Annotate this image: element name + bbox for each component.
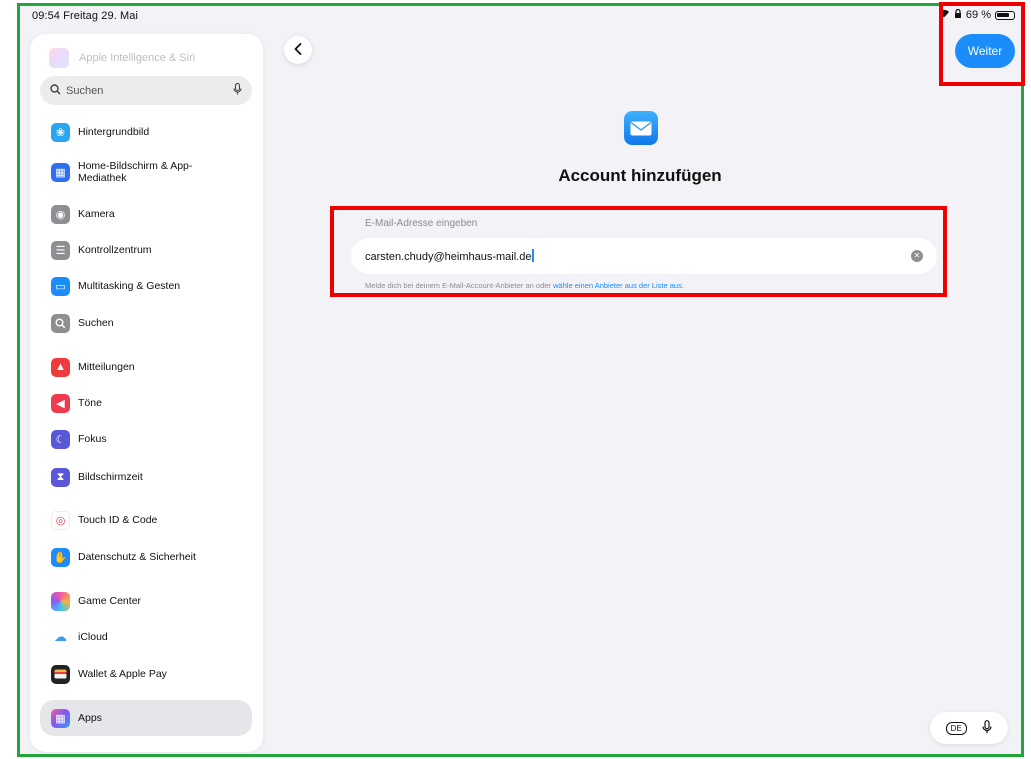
sidebar-item-home-screen[interactable]: ▦ Home-Bildschirm & App-Mediathek bbox=[40, 158, 252, 186]
status-bar: 09:54 Freitag 29. Mai 69 % bbox=[20, 6, 1021, 26]
dictation-microphone-icon[interactable] bbox=[982, 719, 992, 737]
provider-hint: Melde dich bei deinem E-Mail-Account-Anb… bbox=[365, 281, 684, 290]
sidebar-item-toene[interactable]: ◀ Töne bbox=[40, 389, 252, 417]
email-field-label: E-Mail-Adresse eingeben bbox=[365, 218, 478, 229]
sidebar-item-apps[interactable]: ▦ Apps bbox=[40, 700, 252, 736]
toggles-icon: ☰ bbox=[51, 240, 70, 260]
sidebar-search-field[interactable]: Suchen bbox=[40, 76, 252, 105]
bell-icon: ▲ bbox=[51, 357, 70, 377]
chevron-left-icon bbox=[294, 42, 302, 58]
sidebar-item-wallet[interactable]: Wallet & Apple Pay bbox=[40, 660, 252, 688]
apps-grid-icon: ▦ bbox=[51, 708, 70, 728]
flower-icon: ❀ bbox=[51, 122, 70, 142]
multitasking-icon: ▭ bbox=[51, 276, 70, 296]
text-caret bbox=[532, 249, 534, 262]
sidebar-item-label: Suchen bbox=[78, 317, 114, 329]
home-screen-icon: ▦ bbox=[51, 162, 70, 182]
sidebar-item-kamera[interactable]: ◉ Kamera bbox=[40, 200, 252, 228]
sidebar-item-label: Fokus bbox=[78, 433, 107, 445]
status-icons: 69 % bbox=[938, 8, 1015, 21]
battery-percent: 69 % bbox=[965, 9, 991, 21]
sidebar-item-label: Wallet & Apple Pay bbox=[78, 668, 167, 680]
sidebar-item-label: Touch ID & Code bbox=[78, 514, 158, 526]
sidebar-item-datenschutz[interactable]: ✋ Datenschutz & Sicherheit bbox=[40, 543, 252, 571]
search-placeholder: Suchen bbox=[66, 84, 104, 97]
sidebar-item-label: Kontrollzentrum bbox=[78, 244, 152, 256]
next-button[interactable]: Weiter bbox=[955, 34, 1015, 68]
sidebar-item-label: Multitasking & Gesten bbox=[78, 280, 181, 292]
sidebar-item-label: Mitteilungen bbox=[78, 361, 135, 373]
battery-icon bbox=[995, 10, 1015, 20]
sidebar-item-label: Game Center bbox=[78, 595, 142, 607]
sidebar-item-label: Home-Bildschirm & App-Mediathek bbox=[78, 160, 193, 184]
sidebar-item-label: Töne bbox=[78, 397, 102, 409]
sidebar-item-label: Bildschirmzeit bbox=[78, 471, 143, 483]
search-icon bbox=[51, 313, 70, 333]
sidebar-item-kontrollzentrum[interactable]: ☰ Kontrollzentrum bbox=[40, 236, 252, 264]
email-value: carsten.chudy@heimhaus-mail.de bbox=[365, 251, 532, 263]
ipad-screen: 09:54 Freitag 29. Mai 69 % Apple Intelli… bbox=[17, 3, 1024, 757]
sidebar-item-fokus[interactable]: ☾ Fokus bbox=[40, 425, 252, 453]
speaker-icon: ◀ bbox=[51, 393, 70, 413]
page-title: Account hinzufügen bbox=[558, 166, 722, 185]
sidebar-item-label: Datenschutz & Sicherheit bbox=[78, 551, 196, 563]
sidebar-item-label: Apps bbox=[78, 712, 102, 724]
hourglass-icon: ⧗ bbox=[51, 467, 70, 487]
sidebar-item-label: Apple Intelligence & Siri bbox=[79, 52, 196, 64]
sidebar-item-icloud[interactable]: ☁ iCloud bbox=[40, 623, 252, 651]
sidebar-item-label: Kamera bbox=[78, 208, 115, 220]
sidebar-item-suchen[interactable]: Suchen bbox=[40, 309, 252, 337]
wallet-icon bbox=[51, 664, 70, 684]
email-field-container: carsten.chudy@heimhaus-mail.de bbox=[365, 249, 911, 263]
choose-provider-link[interactable]: wähle einen Anbieter aus der Liste aus. bbox=[553, 281, 684, 290]
sidebar-item-apple-intelligence[interactable]: Apple Intelligence & Siri bbox=[49, 48, 195, 68]
microphone-icon[interactable] bbox=[233, 82, 242, 98]
lock-icon bbox=[954, 8, 962, 21]
mail-icon bbox=[624, 111, 658, 145]
sidebar-item-hintergrundbild[interactable]: ❀ Hintergrundbild bbox=[40, 118, 252, 146]
game-center-icon bbox=[51, 591, 70, 611]
email-field[interactable]: carsten.chudy@heimhaus-mail.de ✕ bbox=[351, 238, 937, 274]
settings-sidebar: Apple Intelligence & Siri Suchen ❀ Hinte… bbox=[30, 34, 263, 752]
moon-icon: ☾ bbox=[51, 429, 70, 449]
search-icon bbox=[50, 83, 61, 98]
back-button[interactable] bbox=[284, 36, 312, 64]
sidebar-item-label: Hintergrundbild bbox=[78, 126, 150, 138]
sidebar-item-game-center[interactable]: Game Center bbox=[40, 587, 252, 615]
cloud-icon: ☁ bbox=[51, 627, 70, 647]
apple-intelligence-icon bbox=[49, 48, 69, 68]
sidebar-item-label: iCloud bbox=[78, 631, 108, 643]
provider-hint-text: Melde dich bei deinem E-Mail-Account-Anb… bbox=[365, 281, 554, 290]
fingerprint-icon: ◎ bbox=[51, 510, 70, 530]
camera-icon: ◉ bbox=[51, 204, 70, 224]
sidebar-item-multitasking[interactable]: ▭ Multitasking & Gesten bbox=[40, 272, 252, 300]
sidebar-item-touch-id[interactable]: ◎ Touch ID & Code bbox=[40, 506, 252, 534]
hand-icon: ✋ bbox=[51, 547, 70, 567]
keyboard-controls: DE bbox=[930, 712, 1008, 744]
keyboard-language-button[interactable]: DE bbox=[945, 721, 967, 735]
screenshot-frame: 09:54 Freitag 29. Mai 69 % Apple Intelli… bbox=[0, 0, 1031, 759]
sidebar-item-bildschirmzeit[interactable]: ⧗ Bildschirmzeit bbox=[40, 463, 252, 491]
wifi-icon bbox=[938, 9, 950, 21]
clear-text-icon[interactable]: ✕ bbox=[911, 250, 923, 262]
sidebar-item-mitteilungen[interactable]: ▲ Mitteilungen bbox=[40, 353, 252, 381]
status-time: 09:54 Freitag 29. Mai bbox=[32, 10, 139, 22]
